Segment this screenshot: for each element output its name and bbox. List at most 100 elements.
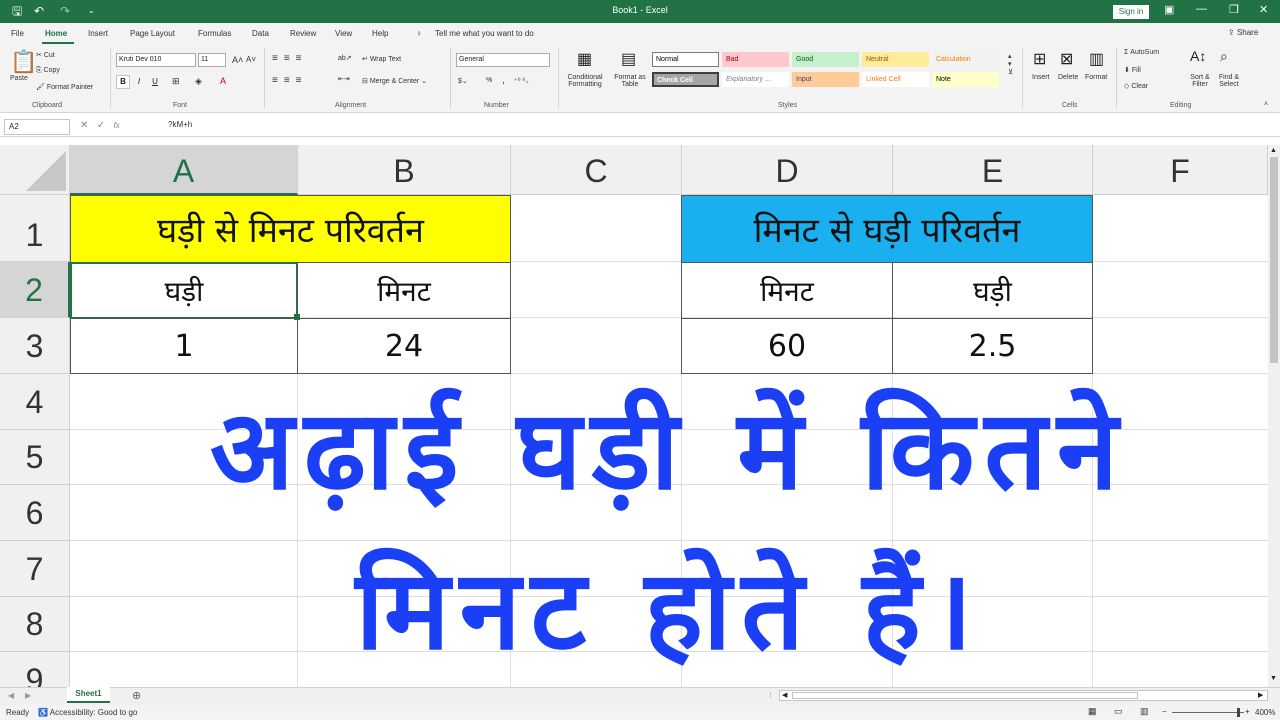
restore-icon[interactable]: ❐ <box>1229 3 1239 16</box>
cell-b2[interactable]: मिनट <box>297 262 511 319</box>
horizontal-scroll-thumb[interactable] <box>792 692 1138 699</box>
format-cells-button[interactable]: Format <box>1085 74 1107 81</box>
font-color-icon[interactable]: A <box>220 76 226 86</box>
cell-style-note[interactable]: Note <box>932 72 999 87</box>
copy-button[interactable]: ⎘ Copy <box>36 67 60 75</box>
cell-style-explanatory[interactable]: Explanatory ... <box>722 72 789 87</box>
cell-b3[interactable]: 24 <box>297 318 511 374</box>
column-header-a[interactable]: A <box>70 145 298 195</box>
row-header-3[interactable]: 3 <box>0 318 70 374</box>
paste-icon[interactable]: 📋 <box>10 49 37 75</box>
font-name-select[interactable]: Kruti Dev 010 <box>116 53 196 67</box>
tab-view[interactable]: View <box>335 29 352 38</box>
tab-home[interactable]: Home <box>45 29 67 38</box>
italic-button[interactable]: I <box>132 75 146 89</box>
sort-filter-icon[interactable]: A↕ <box>1190 48 1206 64</box>
tab-review[interactable]: Review <box>290 29 316 38</box>
row-header-4[interactable]: 4 <box>0 374 70 430</box>
cell-a1-merged[interactable]: घड़ी से मिनट परिवर्तन <box>70 195 511 263</box>
scroll-left-icon[interactable]: ◀ <box>782 691 787 699</box>
vertical-scrollbar[interactable]: ▲ ▼ <box>1268 145 1280 687</box>
column-header-b[interactable]: B <box>298 145 511 195</box>
format-cells-icon[interactable]: ▥ <box>1089 49 1104 69</box>
page-break-view-icon[interactable]: ▥ <box>1140 706 1149 717</box>
row-header-2[interactable]: 2 <box>0 262 70 318</box>
merge-center-button[interactable]: ⊟ Merge & Center ⌄ <box>362 77 427 85</box>
format-as-table-button[interactable]: Format as Table <box>611 74 649 88</box>
page-layout-view-icon[interactable]: ▭ <box>1114 706 1123 717</box>
shrink-font-icon[interactable]: A˅ <box>246 55 256 64</box>
comma-button[interactable]: , <box>502 75 505 86</box>
cell-a2[interactable]: घड़ी <box>70 262 298 319</box>
cell-style-good[interactable]: Good <box>792 52 859 67</box>
delete-cells-button[interactable]: Delete <box>1058 74 1078 81</box>
column-header-d[interactable]: D <box>682 145 893 195</box>
share-button[interactable]: ⇪ Share <box>1228 28 1258 37</box>
column-header-f[interactable]: F <box>1093 145 1268 195</box>
conditional-formatting-button[interactable]: Conditional Formatting <box>563 74 607 88</box>
indent-icon[interactable]: ⇤⇥ <box>338 75 350 83</box>
borders-icon[interactable]: ⊞ <box>172 76 180 87</box>
paste-button[interactable]: Paste <box>10 75 28 82</box>
cell-d3[interactable]: 60 <box>681 318 893 374</box>
cell-style-normal[interactable]: Normal <box>652 52 719 67</box>
row-header-8[interactable]: 8 <box>0 597 70 652</box>
cell-d2[interactable]: मिनट <box>681 262 893 319</box>
zoom-level[interactable]: 400% <box>1255 708 1275 717</box>
zoom-out-icon[interactable]: − <box>1162 707 1167 716</box>
conditional-formatting-icon[interactable]: ▦ <box>577 49 592 69</box>
minimize-icon[interactable]: — <box>1196 3 1207 15</box>
fill-color-icon[interactable]: ◈ <box>195 76 202 87</box>
worksheet-grid[interactable]: A B C D E F 1 2 3 4 5 6 7 8 9 घड़ी से मि… <box>0 145 1268 687</box>
tab-scroll-right-icon[interactable]: ▶ <box>25 691 31 700</box>
normal-view-icon[interactable]: ▦ <box>1088 706 1097 717</box>
grow-font-icon[interactable]: A˄ <box>232 55 243 65</box>
tab-file[interactable]: File <box>11 29 24 38</box>
fill-button[interactable]: ⬇ Fill <box>1124 66 1141 74</box>
formula-input[interactable]: ?kM+h <box>168 120 192 129</box>
underline-button[interactable]: U <box>148 75 162 89</box>
decimal-icons[interactable]: ⁺⁰ ⁰₊ <box>514 77 529 85</box>
row-header-6[interactable]: 6 <box>0 485 70 541</box>
scroll-down-icon[interactable]: ▼ <box>1270 675 1277 682</box>
tab-split-icon[interactable]: ⋮ <box>767 691 774 699</box>
tell-me-search[interactable]: Tell me what you want to do <box>435 29 534 38</box>
tab-insert[interactable]: Insert <box>88 29 108 38</box>
accessibility-status[interactable]: ♿ Accessibility: Good to go <box>38 708 137 717</box>
cell-style-calculation[interactable]: Calculation <box>932 52 999 67</box>
tab-data[interactable]: Data <box>252 29 269 38</box>
formula-buttons[interactable]: ✕ ✓ fx <box>80 120 120 131</box>
wrap-text-button[interactable]: ↵ Wrap Text <box>362 55 401 63</box>
sign-in-button[interactable]: Sign in <box>1113 5 1149 19</box>
cut-button[interactable]: ✂ Cut <box>36 51 55 59</box>
zoom-slider[interactable] <box>1172 712 1244 713</box>
row-header-7[interactable]: 7 <box>0 541 70 597</box>
ribbon-display-icon[interactable]: ▣ <box>1164 3 1174 16</box>
cell-style-input[interactable]: Input <box>792 72 859 87</box>
cell-style-bad[interactable]: Bad <box>722 52 789 67</box>
scroll-right-icon[interactable]: ▶ <box>1258 691 1263 699</box>
tab-page-layout[interactable]: Page Layout <box>130 29 175 38</box>
horizontal-scrollbar[interactable]: ◀ ▶ <box>779 690 1268 701</box>
sort-filter-button[interactable]: Sort & Filter <box>1186 74 1214 88</box>
orientation-icon[interactable]: ab↗ <box>338 54 352 62</box>
insert-cells-button[interactable]: Insert <box>1032 74 1050 81</box>
insert-cells-icon[interactable]: ⊞ <box>1033 49 1046 69</box>
vertical-align-icons[interactable]: ≡≡≡ <box>272 53 308 64</box>
row-header-5[interactable]: 5 <box>0 430 70 485</box>
fill-handle[interactable] <box>294 314 300 320</box>
column-header-c[interactable]: C <box>511 145 682 195</box>
row-header-9[interactable]: 9 <box>0 652 70 687</box>
bold-button[interactable]: B <box>116 75 130 89</box>
close-icon[interactable]: ✕ <box>1259 3 1268 16</box>
percent-button[interactable]: % <box>486 77 492 84</box>
select-all-corner[interactable] <box>0 145 70 195</box>
sheet-tab-sheet1[interactable]: Sheet1 <box>67 687 110 703</box>
tab-formulas[interactable]: Formulas <box>198 29 231 38</box>
cell-d1-merged[interactable]: मिनट से घड़ी परिवर्तन <box>681 195 1093 263</box>
name-box[interactable]: A2 <box>4 119 70 135</box>
styles-scroll-icon[interactable]: ▴ ▾ ⊻ <box>1008 52 1013 76</box>
new-sheet-icon[interactable]: ⊕ <box>132 689 141 702</box>
column-header-e[interactable]: E <box>893 145 1093 195</box>
cell-style-check-cell[interactable]: Check Cell <box>652 72 719 87</box>
